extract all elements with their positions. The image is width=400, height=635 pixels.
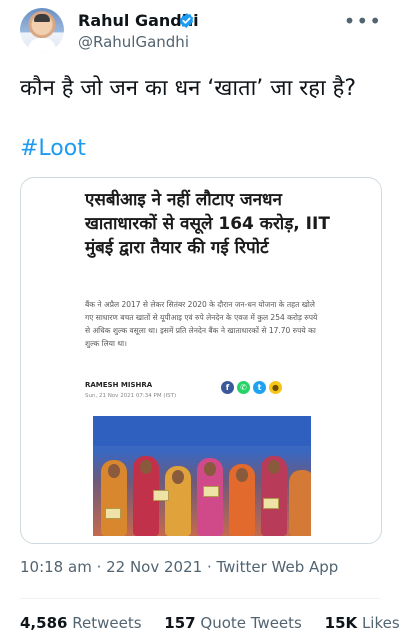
article-byline: RAMESH MISHRA xyxy=(85,381,153,389)
quote-tweets-label: Quote Tweets xyxy=(200,614,302,632)
photo-figure-head xyxy=(268,460,280,474)
likes-count: 15K xyxy=(324,614,358,632)
article-date: Sun, 21 Nov 2021 07:34 PM (IST) xyxy=(85,393,177,399)
retweets-stat[interactable]: 4,586 Retweets xyxy=(20,614,142,632)
hashtag-link[interactable]: #Loot xyxy=(20,136,86,161)
avatar-hair xyxy=(34,14,50,22)
article-headline: एसबीआइ ने नहीं लौटाए जनधन खाताधारकों से … xyxy=(85,190,330,258)
retweets-label: Retweets xyxy=(72,614,142,632)
photo-figure-head xyxy=(172,470,184,484)
avatar-shirt xyxy=(28,38,56,52)
author-handle[interactable]: @RahulGandhi xyxy=(78,33,189,51)
verified-badge-icon xyxy=(179,13,194,28)
passbook xyxy=(105,508,121,519)
passbook xyxy=(153,490,169,501)
tweet-header: Rahul Gandhi @RahulGandhi ••• xyxy=(0,0,400,60)
tweet-text: कौन है जो जन का धन ‘खाता’ जा रहा है? xyxy=(20,76,356,101)
photo-figure xyxy=(289,470,311,536)
photo-banner xyxy=(93,416,311,446)
twitter-icon: t xyxy=(253,381,266,394)
facebook-icon: f xyxy=(221,381,234,394)
quote-tweets-count: 157 xyxy=(164,614,196,632)
whatsapp-icon: ✆ xyxy=(237,381,250,394)
article-excerpt: बैंक ने अप्रैल 2017 से लेकर सितंबर 2020 … xyxy=(85,300,318,348)
passbook xyxy=(203,486,219,497)
article-photo xyxy=(93,416,311,536)
photo-figure-head xyxy=(108,464,120,478)
retweets-count: 4,586 xyxy=(20,614,68,632)
more-options-icon[interactable]: ••• xyxy=(344,9,382,33)
passbook xyxy=(263,498,279,509)
avatar[interactable] xyxy=(20,8,64,52)
attached-image[interactable]: एसबीआइ ने नहीं लौटाए जनधन खाताधारकों से … xyxy=(20,177,382,544)
tweet-timestamp[interactable]: 10:18 am · 22 Nov 2021 · Twitter Web App xyxy=(20,558,338,576)
quote-tweets-stat[interactable]: 157 Quote Tweets xyxy=(164,614,302,632)
photo-figure-head xyxy=(140,460,152,474)
tweet-stats: 4,586 Retweets 157 Quote Tweets 15K Like… xyxy=(20,614,400,632)
photo-figure-head xyxy=(236,468,248,482)
divider xyxy=(20,598,380,599)
koo-icon: ● xyxy=(269,381,282,394)
likes-stat[interactable]: 15K Likes xyxy=(325,614,400,632)
photo-figure-head xyxy=(204,462,216,476)
likes-label: Likes xyxy=(361,614,400,632)
